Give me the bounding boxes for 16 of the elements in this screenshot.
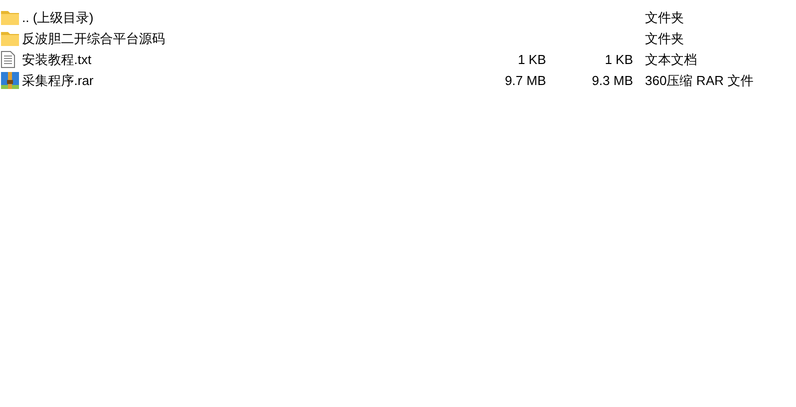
file-name[interactable]: 采集程序.rar: [22, 70, 442, 90]
folder-icon: [1, 10, 19, 25]
text-file-icon: [1, 51, 15, 68]
file-size: 1 KB: [516, 50, 546, 69]
file-size: 9.7 MB: [504, 72, 546, 90]
packed-size: 1 KB: [604, 50, 633, 69]
file-type: 文本文档: [645, 50, 697, 69]
file-name[interactable]: .. (上级目录): [22, 8, 442, 28]
file-type: 文件夹: [645, 30, 684, 48]
file-type: 360压缩 RAR 文件: [645, 72, 754, 90]
file-name[interactable]: 反波胆二开综合平台源码: [22, 28, 442, 48]
packed-size: 9.3 MB: [590, 72, 633, 90]
file-type: 文件夹: [645, 8, 684, 27]
file-name[interactable]: 安装教程.txt: [22, 50, 442, 70]
archive-icon: [1, 72, 19, 89]
folder-icon: [1, 31, 19, 46]
